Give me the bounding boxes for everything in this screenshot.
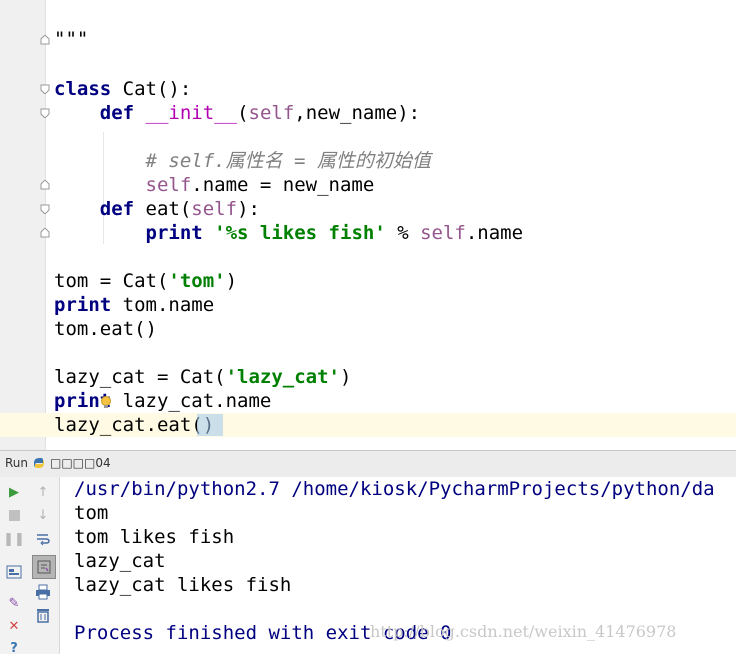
code-line[interactable]: lazy_cat = Cat('lazy_cat'): [54, 365, 351, 389]
restore-layout-icon[interactable]: [3, 561, 25, 583]
code-token: .name: [465, 222, 524, 244]
code-token: Cat():: [111, 78, 192, 100]
help-icon[interactable]: ?: [3, 637, 25, 659]
fold-marker-icon[interactable]: [40, 35, 50, 45]
pause-icon[interactable]: ❚❚: [3, 528, 25, 550]
code-line[interactable]: class Cat():: [54, 77, 191, 101]
code-token: tom.eat(): [54, 318, 157, 340]
run-label[interactable]: Run: [5, 456, 28, 470]
brace-match-highlight: [197, 414, 223, 436]
code-token: lazy_cat.eat(): [54, 414, 215, 436]
code-token: eat(: [134, 198, 192, 220]
code-token: print: [54, 294, 112, 316]
run-toolbar-primary: ▶ ❚❚ ✎ ✕ ?: [0, 477, 28, 656]
fold-marker-icon[interactable]: [40, 204, 50, 214]
fold-marker-icon[interactable]: [40, 180, 50, 190]
python-icon: [34, 458, 44, 468]
up-arrow-icon[interactable]: ↑: [32, 481, 54, 503]
soft-wrap-icon[interactable]: [32, 528, 54, 550]
console-output-line: lazy_cat: [74, 550, 166, 572]
code-token: ,new_name):: [294, 102, 421, 124]
code-line[interactable]: print '%s likes fish' % self.name: [54, 221, 524, 245]
code-token: ):: [237, 198, 260, 220]
console-output-line: lazy_cat likes fish: [74, 574, 292, 596]
console-output-line: tom: [74, 502, 109, 524]
code-token: self: [420, 222, 466, 244]
down-arrow-icon[interactable]: ↓: [32, 504, 54, 526]
code-token: self: [191, 198, 238, 220]
code-token: tom.name: [111, 294, 215, 316]
code-line[interactable]: tom = Cat('tom'): [54, 269, 237, 293]
code-token: .name = new_name: [191, 174, 375, 196]
console-output-line: tom likes fish: [74, 526, 235, 548]
fold-marker-icon[interactable]: [40, 108, 50, 118]
run-tool-window-header[interactable]: Run □□□□04: [0, 450, 736, 478]
code-token: self: [248, 102, 295, 124]
code-token: ): [225, 270, 238, 292]
run-toolbar-secondary: ↑ ↓: [28, 477, 60, 654]
code-token: lazy_cat.name: [111, 390, 272, 412]
code-line[interactable]: """: [54, 27, 88, 51]
console-output-line: /usr/bin/python2.7 /home/kiosk/PycharmPr…: [74, 478, 715, 500]
stop-icon[interactable]: [3, 504, 25, 526]
code-token: 'tom': [168, 270, 226, 292]
run-config-name[interactable]: □□□□04: [50, 456, 111, 470]
code-token: def: [99, 102, 135, 124]
code-token: tom = Cat(: [54, 270, 169, 292]
print-icon[interactable]: [32, 581, 54, 603]
code-line[interactable]: self.name = new_name: [54, 173, 375, 197]
code-editor[interactable]: """ class Cat(): def __init__(self,new_n…: [0, 0, 736, 450]
code-line[interactable]: tom.eat(): [54, 317, 157, 341]
code-token: # self.属性名 = 属性的初始值: [145, 150, 431, 172]
scroll-to-end-icon[interactable]: [32, 555, 56, 579]
code-line[interactable]: # self.属性名 = 属性的初始值: [54, 149, 431, 173]
code-token: print: [145, 222, 203, 244]
code-token: """: [54, 28, 89, 50]
code-line[interactable]: def eat(self):: [54, 197, 260, 221]
rerun-icon[interactable]: ▶: [3, 481, 25, 503]
close-icon[interactable]: ✕: [3, 615, 25, 637]
clear-all-icon[interactable]: [32, 604, 54, 626]
code-token: '%s likes fish': [214, 222, 386, 244]
gutter-separator: [45, 0, 46, 450]
code-token: %: [385, 222, 421, 244]
code-token: ): [339, 366, 352, 388]
lightbulb-icon[interactable]: [100, 395, 112, 411]
code-line[interactable]: print lazy_cat.name: [54, 389, 271, 413]
code-token: def: [99, 198, 135, 220]
fold-marker-icon[interactable]: [40, 84, 50, 94]
code-token: lazy_cat = Cat(: [54, 366, 226, 388]
code-line[interactable]: print tom.name: [54, 293, 214, 317]
pin-tab-icon[interactable]: ✎: [3, 592, 25, 614]
code-line[interactable]: def __init__(self,new_name):: [54, 101, 420, 125]
code-token: (: [237, 102, 249, 124]
fold-marker-icon[interactable]: [40, 228, 50, 238]
watermark: http://blog.csdn.net/weixin_41476978: [370, 622, 677, 641]
code-token: 'lazy_cat': [225, 366, 340, 388]
code-line[interactable]: lazy_cat.eat(): [54, 413, 214, 437]
code-token: class: [54, 78, 112, 100]
code-token: self: [145, 174, 192, 196]
editor-gutter[interactable]: [0, 0, 45, 450]
code-token: __init__: [145, 102, 238, 124]
